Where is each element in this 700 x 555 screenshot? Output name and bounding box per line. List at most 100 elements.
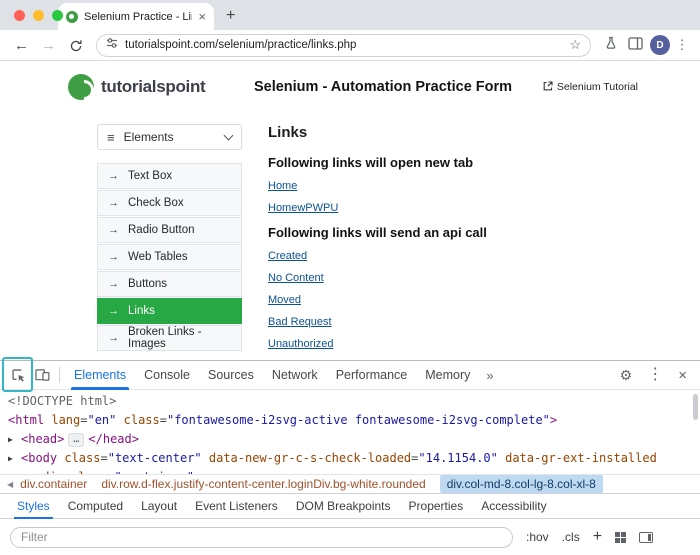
inspect-element-icon[interactable] xyxy=(6,364,30,386)
selenium-tutorial-link[interactable]: Selenium Tutorial xyxy=(526,81,638,94)
browser-tab[interactable]: Selenium Practice - Links × xyxy=(58,3,214,30)
devtools-tab-memory[interactable]: Memory xyxy=(416,361,479,390)
code-line-body[interactable]: ▶<body class="text-center" data-new-gr-c… xyxy=(0,449,700,468)
new-style-rule-icon[interactable]: + xyxy=(593,529,602,545)
styles-filter-bar: :hov .cls + xyxy=(0,518,700,555)
sidebar-header[interactable]: ≡ Elements xyxy=(97,124,242,150)
scrollbar[interactable] xyxy=(693,394,698,420)
devtools-tab-sources[interactable]: Sources xyxy=(199,361,263,390)
devtools-panel: Elements Console Sources Network Perform… xyxy=(0,360,700,555)
computed-panel-toggle-icon[interactable] xyxy=(639,532,653,543)
link-unauthorized[interactable]: Unauthorized xyxy=(268,338,333,351)
window-close-button[interactable] xyxy=(14,10,25,21)
styles-tab-event-listeners[interactable]: Event Listeners xyxy=(186,494,287,519)
profile-avatar[interactable]: D xyxy=(650,35,670,55)
elements-tree[interactable]: <!DOCTYPE html> <html lang="en" class="f… xyxy=(0,390,700,474)
sidebar-item-check-box[interactable]: →Check Box xyxy=(97,190,242,216)
bookmark-star-icon[interactable]: ☆ xyxy=(569,37,581,53)
sidebar-item-broken-links-images[interactable]: → Broken Links - Images xyxy=(97,325,242,351)
arrow-right-icon: → xyxy=(108,224,119,236)
page-title: Selenium - Automation Practice Form xyxy=(240,79,526,95)
link-created[interactable]: Created xyxy=(268,250,307,263)
more-tabs-icon[interactable]: » xyxy=(479,368,500,383)
tab-title: Selenium Practice - Links xyxy=(84,11,192,23)
sidebar-item-web-tables[interactable]: →Web Tables xyxy=(97,244,242,270)
back-icon[interactable]: ← xyxy=(10,37,33,54)
window-zoom-button[interactable] xyxy=(52,10,63,21)
code-line-head[interactable]: ▶<head>…</head> xyxy=(0,430,700,449)
toggle-class-button[interactable]: .cls xyxy=(562,530,580,544)
devtools-close-icon[interactable]: × xyxy=(678,368,687,383)
styles-tab-computed[interactable]: Computed xyxy=(59,494,132,519)
breadcrumb-scroll-left-icon[interactable]: ◀ xyxy=(0,480,20,489)
devtools-tab-elements[interactable]: Elements xyxy=(65,361,135,390)
breadcrumb-item-row[interactable]: div.row.d-flex.justify-content-center.lo… xyxy=(101,477,425,491)
sidebar-item-label: Broken Links - Images xyxy=(128,326,231,350)
tab-close-icon[interactable]: × xyxy=(198,10,206,23)
code-line-div-container[interactable]: ▶<div class="container"> xyxy=(0,468,700,474)
sidebar-item-label: Links xyxy=(128,305,155,317)
new-tab-button[interactable]: + xyxy=(226,7,235,25)
code-line-html[interactable]: <html lang="en" class="fontawesome-i2svg… xyxy=(0,411,700,430)
styles-tab-properties[interactable]: Properties xyxy=(400,494,473,519)
window-minimize-button[interactable] xyxy=(33,10,44,21)
browser-menu-icon[interactable]: ⋮ xyxy=(674,37,690,53)
expand-arrow-icon[interactable]: ▶ xyxy=(8,449,21,468)
site-info-icon[interactable] xyxy=(106,36,118,54)
link-no-content[interactable]: No Content xyxy=(268,272,324,285)
sidebar-item-links[interactable]: →Links xyxy=(97,298,242,324)
devtools-tab-console[interactable]: Console xyxy=(135,361,199,390)
devtools-tab-label: Network xyxy=(272,368,318,382)
labs-beaker-icon[interactable] xyxy=(600,36,621,54)
content-area: Links Following links will open new tab … xyxy=(268,124,644,359)
reload-icon[interactable] xyxy=(64,37,87,54)
styles-tab-dom-breakpoints[interactable]: DOM Breakpoints xyxy=(287,494,400,519)
toolbar-separator xyxy=(59,367,60,383)
breadcrumb-item-container[interactable]: div.container xyxy=(20,477,87,491)
link-home[interactable]: Home xyxy=(268,180,297,193)
sidebar-item-label: Radio Button xyxy=(128,224,195,236)
external-link-icon xyxy=(543,81,553,94)
device-toolbar-icon[interactable] xyxy=(30,364,54,386)
collapsed-content-icon[interactable]: … xyxy=(68,433,84,447)
devtools-tab-label: Sources xyxy=(208,368,254,382)
expand-arrow-icon[interactable]: ▶ xyxy=(8,430,21,449)
sidebar-title: Elements xyxy=(124,130,216,144)
styles-filter-input[interactable] xyxy=(10,527,513,548)
web-page: tutorialspoint Selenium - Automation Pra… xyxy=(0,61,700,359)
section-heading-new-tab: Following links will open new tab xyxy=(268,155,644,170)
arrow-right-icon: → xyxy=(108,332,119,344)
link-homewpwpu[interactable]: HomewPWPU xyxy=(268,202,338,215)
tab-strip: Selenium Practice - Links × + xyxy=(0,0,700,30)
arrow-right-icon: → xyxy=(108,197,119,209)
forward-icon[interactable]: → xyxy=(37,37,60,54)
browser-toolbar: ← → tutorialspoint.com/selenium/practice… xyxy=(0,30,700,61)
expand-arrow-icon[interactable]: ▶ xyxy=(22,468,35,474)
content-title: Links xyxy=(268,124,644,141)
styles-tab-layout[interactable]: Layout xyxy=(132,494,186,519)
sidebar-item-text-box[interactable]: →Text Box xyxy=(97,163,242,189)
devtools-tab-performance[interactable]: Performance xyxy=(327,361,417,390)
settings-gear-icon[interactable]: ⚙ xyxy=(620,368,633,382)
grid-icon[interactable] xyxy=(615,532,626,543)
breadcrumb-item-col[interactable]: div.col-md-8.col-lg-8.col-xl-8 xyxy=(440,475,603,493)
brand-logo[interactable]: tutorialspoint xyxy=(68,74,240,100)
page-header: tutorialspoint Selenium - Automation Pra… xyxy=(0,61,700,100)
url-bar[interactable]: tutorialspoint.com/selenium/practice/lin… xyxy=(96,34,591,57)
toggle-element-state-button[interactable]: :hov xyxy=(526,530,549,544)
breadcrumb: ◀ div.container div.row.d-flex.justify-c… xyxy=(0,474,700,493)
code-text: <!DOCTYPE html> xyxy=(8,394,116,408)
devtools-toolbar: Elements Console Sources Network Perform… xyxy=(0,361,700,390)
link-moved[interactable]: Moved xyxy=(268,294,301,307)
header-link-label: Selenium Tutorial xyxy=(557,81,638,93)
code-line-doctype[interactable]: <!DOCTYPE html> xyxy=(0,392,700,411)
styles-tab-styles[interactable]: Styles xyxy=(8,494,59,519)
side-panel-icon[interactable] xyxy=(625,37,646,54)
devtools-tab-network[interactable]: Network xyxy=(263,361,327,390)
devtools-menu-icon[interactable]: ⋮ xyxy=(647,367,663,383)
sidebar-item-radio-button[interactable]: → Radio Button xyxy=(97,217,242,243)
sidebar-item-label: Web Tables xyxy=(128,251,188,263)
link-bad-request[interactable]: Bad Request xyxy=(268,316,332,329)
styles-tab-accessibility[interactable]: Accessibility xyxy=(472,494,555,519)
sidebar-item-buttons[interactable]: →Buttons xyxy=(97,271,242,297)
